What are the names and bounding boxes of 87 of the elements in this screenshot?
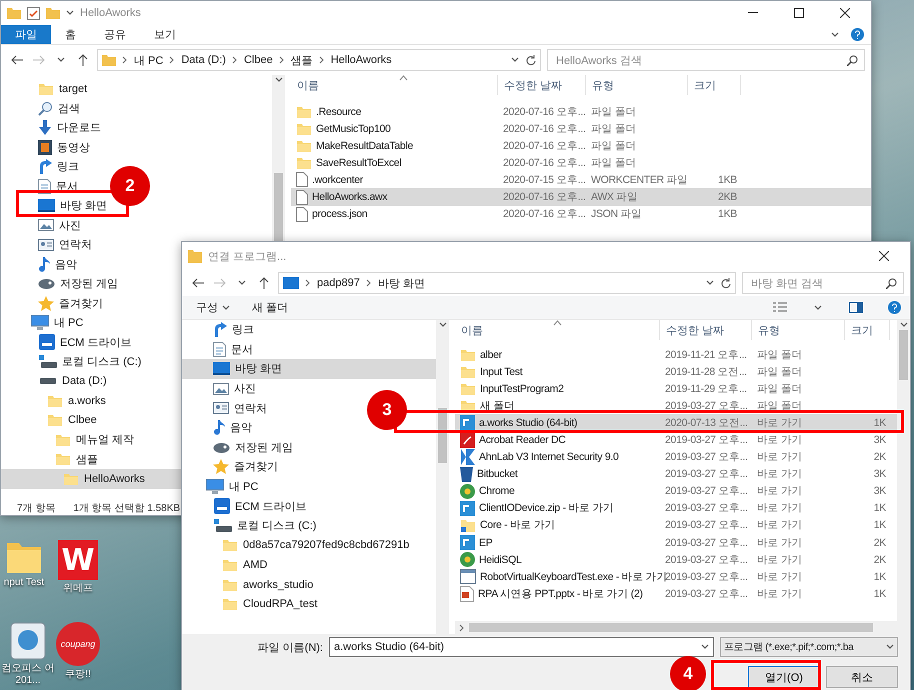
- file-type: 바로 가기: [756, 552, 804, 567]
- file-size: 1K: [872, 588, 887, 600]
- file-type: 파일 폴더: [590, 156, 638, 170]
- file-size: 3K: [872, 468, 887, 480]
- modified-date: 2020-07-16 오후...: [502, 122, 586, 136]
- file-name: a.works Studio (64-bit): [479, 416, 578, 429]
- modified-date: 2019-03-27 오후...: [664, 398, 749, 413]
- modified-date: 2019-03-27 오후...: [664, 501, 749, 516]
- modified-date: 2020-07-16 오후...: [502, 190, 586, 204]
- file-size: 1K: [872, 570, 887, 583]
- modified-date: 2019-03-27 오후...: [664, 467, 749, 482]
- file-name: SaveResultToExcel: [316, 156, 402, 169]
- file-type: 파일 폴더: [756, 348, 804, 362]
- modified-date: 2020-07-16 오후...: [502, 104, 586, 119]
- file-type: 파일 폴더: [756, 398, 804, 413]
- file-type: 파일 폴더: [590, 104, 638, 119]
- file-name: AhnLab V3 Internet Security 9.0: [479, 451, 619, 464]
- file-name: EP: [479, 536, 492, 549]
- file-type: 바로 가기: [756, 518, 804, 532]
- file-name: MakeResultDataTable: [316, 140, 414, 152]
- file-name: 새 폴더: [480, 398, 515, 413]
- file-size: 2K: [872, 451, 887, 464]
- desktop-icon-label: 쿠팡!!: [64, 669, 92, 680]
- file-type: AWX 파일: [590, 190, 639, 204]
- file-size: 1K: [872, 416, 887, 429]
- file-name-label: 파일 이름(N):: [258, 640, 323, 654]
- modified-date: 2020-07-16 오후...: [502, 156, 586, 170]
- modified-date: 2019-03-27 오후...: [664, 484, 749, 498]
- file-size: 2K: [872, 554, 887, 566]
- modified-date: 2019-11-21 오후...: [664, 348, 748, 362]
- modified-date: 2019-03-27 오후...: [664, 586, 749, 601]
- file-size: 1KB: [717, 174, 738, 186]
- file-type: 바로 가기: [756, 433, 804, 448]
- file-type: 파일 폴더: [756, 382, 804, 396]
- modified-date: 2019-03-27 오후...: [664, 433, 749, 448]
- modified-date: 2019-11-29 오후...: [664, 382, 748, 396]
- desktop-icon-label: 컴오피스 어 201...: [0, 663, 56, 686]
- file-size: 1KB: [717, 208, 738, 220]
- file-name: ClientIODevice.zip - 바로 가기: [479, 501, 614, 516]
- file-name: GetMusicTop100: [316, 122, 391, 135]
- file-name: HeidiSQL: [479, 554, 522, 566]
- file-type: 파일 폴더: [590, 122, 638, 136]
- file-name: HelloAworks.awx: [312, 191, 388, 204]
- file-type: 바로 가기: [756, 570, 804, 584]
- file-type: 바로 가기: [756, 484, 804, 498]
- file-name: InputTestProgram2: [480, 382, 564, 395]
- file-name: .Resource: [316, 106, 362, 118]
- desktop-icon-label: nput Test: [2, 577, 46, 588]
- file-type: 바로 가기: [756, 536, 804, 550]
- file-size: 3K: [872, 485, 887, 498]
- file-name: Chrome: [479, 485, 515, 498]
- modified-date: 2019-03-27 오후...: [664, 518, 749, 532]
- modified-date: 2020-07-15 오후...: [502, 172, 586, 187]
- file-size: 1K: [872, 519, 887, 532]
- modified-date: 2020-07-16 오후...: [502, 138, 586, 153]
- file-name: alber: [480, 348, 502, 361]
- selection-info: 1개 항목 선택함 1.58KB: [73, 502, 180, 514]
- file-name: process.json: [312, 208, 368, 220]
- dialog-title: 연결 프로그램...: [208, 250, 286, 264]
- desktop-icon-label: 위메프: [62, 583, 94, 594]
- file-type: 바로 가기: [756, 416, 804, 430]
- modified-date: 2019-03-27 오후...: [664, 552, 749, 567]
- file-name: Acrobat Reader DC: [479, 434, 566, 446]
- file-type: 바로 가기: [756, 501, 804, 516]
- file-type: JSON 파일: [590, 207, 643, 222]
- file-type: 바로 가기: [756, 586, 804, 601]
- window-title: HelloAworks: [80, 7, 141, 19]
- modified-date: 2019-03-27 오후...: [664, 450, 749, 464]
- modified-date: 2019-03-27 오후...: [664, 536, 749, 550]
- file-type: 파일 폴더: [756, 364, 804, 379]
- file-type: 바로 가기: [756, 467, 804, 482]
- file-size: 2KB: [717, 191, 738, 204]
- file-type: 바로 가기: [756, 450, 804, 464]
- file-size: 3K: [872, 434, 887, 446]
- file-size: 2K: [872, 536, 887, 549]
- file-size: 1K: [872, 502, 887, 514]
- file-name: Core - 바로 가기: [480, 518, 556, 532]
- file-name: RPA 시연용 PPT.pptx - 바로 가기 (2): [478, 586, 643, 601]
- file-name: Bitbucket: [477, 468, 518, 480]
- file-type: 파일 폴더: [590, 138, 638, 153]
- file-name: .workcenter: [312, 174, 363, 186]
- modified-date: 2020-07-16 오후...: [502, 207, 586, 222]
- file-name: Input Test: [480, 366, 522, 378]
- modified-date: 2019-11-28 오전...: [664, 364, 748, 379]
- modified-date: 2020-07-13 오전...: [664, 416, 749, 430]
- item-count: 7개 항목: [17, 502, 56, 514]
- file-type: WORKCENTER 파일: [590, 172, 688, 187]
